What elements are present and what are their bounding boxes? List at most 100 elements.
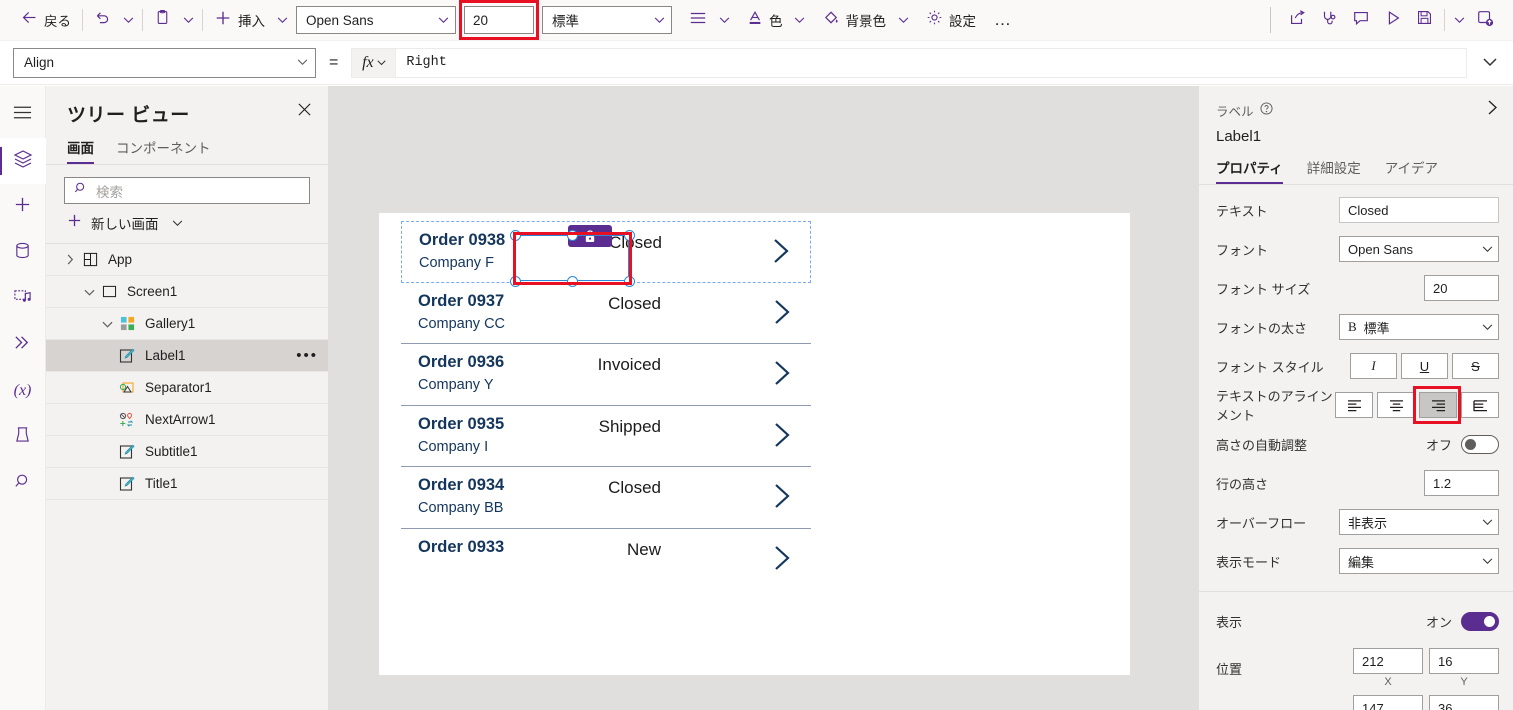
selected-control-lock-badge[interactable] — [568, 225, 612, 247]
align-left-button[interactable] — [1335, 392, 1373, 418]
chevron-right-icon[interactable] — [771, 420, 793, 455]
fill-color-dropdown[interactable] — [893, 4, 913, 36]
gallery-row[interactable]: Order 0934 Company BB Closed — [401, 467, 811, 529]
undo-button[interactable] — [87, 4, 118, 36]
chevron-right-icon[interactable] — [771, 543, 793, 578]
paste-button[interactable] — [147, 4, 178, 36]
formula-expand-button[interactable] — [1467, 58, 1513, 67]
visible-toggle[interactable] — [1461, 611, 1499, 631]
gallery-row[interactable]: Order 0937 Company CC Closed — [401, 283, 811, 344]
tree-node-screen1[interactable]: Screen1 — [46, 276, 328, 308]
text-align-button[interactable] — [682, 4, 714, 36]
rail-search-button[interactable] — [0, 460, 46, 506]
tree-node-gallery1[interactable]: Gallery1 — [46, 308, 328, 340]
chevron-right-icon[interactable] — [771, 297, 793, 332]
size-height-input[interactable]: 36 — [1429, 695, 1499, 710]
tab-ideas[interactable]: アイデア — [1385, 157, 1438, 184]
chevron-right-icon[interactable] — [771, 358, 793, 393]
new-screen-button[interactable]: 新しい画面 — [46, 204, 328, 244]
underline-button[interactable]: U — [1401, 353, 1448, 379]
font-color-button[interactable]: 色 — [740, 4, 790, 36]
fill-color-button[interactable]: 背景色 — [816, 4, 894, 36]
rail-experimental-button[interactable] — [0, 414, 46, 460]
rail-menu-button[interactable] — [0, 92, 46, 138]
plus-icon — [214, 9, 232, 32]
tab-advanced[interactable]: 詳細設定 — [1307, 157, 1361, 184]
rail-tree-view-button[interactable] — [0, 138, 46, 184]
position-x-input[interactable]: 212 — [1353, 648, 1423, 674]
overflow-button[interactable]: … — [987, 4, 1018, 36]
app-checker-button[interactable] — [1313, 4, 1345, 36]
formula-input[interactable]: Right — [396, 47, 1467, 78]
tree-node-nextarrow1[interactable]: NextArrow1 — [46, 404, 328, 436]
chevron-right-icon[interactable] — [770, 236, 792, 271]
font-weight-combobox[interactable]: 標準 — [542, 6, 672, 34]
more-options-icon[interactable]: ••• — [296, 348, 318, 363]
font-size-property-input[interactable]: 20 — [1424, 275, 1499, 301]
line-height-property-input[interactable]: 1.2 — [1424, 470, 1499, 496]
tab-properties[interactable]: プロパティ — [1216, 157, 1283, 184]
collapse-chevron-icon[interactable] — [80, 288, 98, 296]
preview-button[interactable] — [1377, 4, 1409, 36]
fx-button[interactable]: fx — [351, 47, 397, 78]
property-selector[interactable]: Align — [13, 47, 316, 78]
tree-node-separator1[interactable]: Separator1 — [46, 372, 328, 404]
back-button[interactable]: 戻る — [14, 4, 78, 36]
close-icon[interactable] — [295, 100, 314, 124]
collapse-chevron-icon[interactable] — [98, 320, 116, 328]
expand-chevron-icon[interactable] — [61, 254, 79, 265]
align-center-button[interactable] — [1377, 392, 1415, 418]
italic-button[interactable]: I — [1350, 353, 1397, 379]
paste-dropdown[interactable] — [178, 4, 198, 36]
gallery-row[interactable]: Order 0935 Company I Shipped — [401, 406, 811, 467]
chevron-down-icon[interactable] — [172, 214, 183, 232]
row-status-label: New — [626, 539, 661, 559]
auto-height-toggle[interactable] — [1461, 434, 1499, 454]
strikethrough-button[interactable]: S — [1452, 353, 1499, 379]
display-mode-property-dropdown[interactable]: 編集 — [1339, 548, 1499, 574]
tree-node-title1[interactable]: Title1 — [46, 468, 328, 500]
overflow-property-dropdown[interactable]: 非表示 — [1339, 509, 1499, 535]
chevron-right-icon[interactable] — [771, 481, 793, 516]
save-button[interactable] — [1409, 4, 1440, 36]
tab-components[interactable]: コンポーネント — [116, 137, 211, 164]
rail-media-button[interactable] — [0, 276, 46, 322]
tree-node-label1[interactable]: Label1 ••• — [46, 340, 328, 372]
align-right-button[interactable] — [1419, 392, 1457, 418]
tree-node-subtitle1[interactable]: Subtitle1 — [46, 436, 328, 468]
font-property-dropdown[interactable]: Open Sans — [1339, 236, 1499, 262]
chevron-right-icon[interactable] — [1486, 99, 1499, 121]
settings-button[interactable]: 設定 — [919, 4, 983, 36]
gallery-row[interactable]: Order 0936 Company Y Invoiced — [401, 344, 811, 406]
align-left-icon — [1347, 399, 1361, 411]
insert-dropdown[interactable] — [272, 4, 292, 36]
gallery-row[interactable]: Order 0933 New — [401, 529, 811, 591]
tab-screens[interactable]: 画面 — [67, 137, 94, 164]
tree-node-app[interactable]: App — [46, 244, 328, 276]
text-align-dropdown[interactable] — [714, 4, 734, 36]
rail-data-button[interactable] — [0, 230, 46, 276]
app-screen[interactable]: Order 0938 Company F Closed Order 0937 C… — [379, 213, 1130, 675]
comments-button[interactable] — [1345, 4, 1377, 36]
undo-dropdown[interactable] — [118, 4, 138, 36]
font-color-dropdown[interactable] — [790, 4, 810, 36]
rail-variables-button[interactable]: (x) — [0, 368, 46, 414]
font-size-input[interactable]: 20 — [464, 6, 534, 34]
gallery1[interactable]: Order 0938 Company F Closed Order 0937 C… — [401, 221, 811, 597]
align-justify-button[interactable] — [1461, 392, 1499, 418]
insert-button[interactable]: 挿入 — [207, 4, 272, 36]
row-subtitle: Company I — [418, 438, 489, 455]
size-width-input[interactable]: 147 — [1353, 695, 1423, 710]
font-weight-property-dropdown[interactable]: B 標準 — [1339, 314, 1499, 340]
search-input[interactable]: 検索 — [64, 177, 310, 204]
font-family-combobox[interactable]: Open Sans — [296, 6, 456, 34]
text-property-input[interactable]: Closed — [1339, 197, 1499, 223]
publish-button[interactable] — [1469, 4, 1501, 36]
share-button[interactable] — [1281, 4, 1313, 36]
rail-insert-button[interactable] — [0, 184, 46, 230]
canvas-area[interactable]: Order 0938 Company F Closed Order 0937 C… — [329, 86, 1198, 710]
save-dropdown[interactable] — [1449, 4, 1469, 36]
question-circle-icon[interactable] — [1259, 102, 1273, 118]
position-y-input[interactable]: 16 — [1429, 648, 1499, 674]
rail-power-automate-button[interactable] — [0, 322, 46, 368]
